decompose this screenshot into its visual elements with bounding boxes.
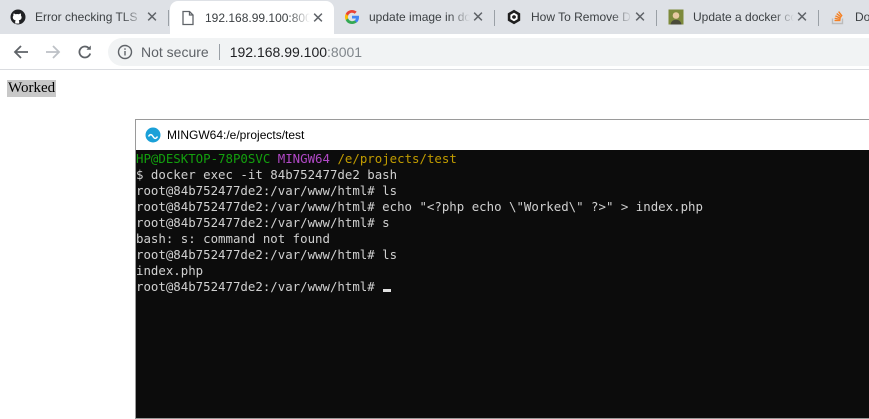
url-host: 192.168.99.100 <box>229 44 328 60</box>
tab-active-page[interactable]: 192.168.99.100:8001 ✕ <box>170 1 334 34</box>
prompt-system: MINGW64 <box>277 151 330 166</box>
terminal-line: index.php <box>136 263 204 278</box>
tab-separator <box>818 10 819 26</box>
forward-arrow-icon <box>46 45 61 59</box>
terminal-current-line: root@84b752477de2:/var/www/html# <box>136 279 869 295</box>
document-icon <box>180 10 196 26</box>
address-divider <box>218 44 220 60</box>
tab-title: Error checking TLS <box>35 10 138 24</box>
page-text: Worked <box>7 80 57 97</box>
back-arrow-icon <box>13 45 28 59</box>
close-icon[interactable]: ✕ <box>470 8 486 26</box>
back-button[interactable] <box>9 40 33 64</box>
close-icon[interactable]: ✕ <box>632 8 648 26</box>
terminal-prompt-line: HP@DESKTOP-78P0SVC MINGW64 /e/projects/t… <box>136 151 869 167</box>
tab-update-image[interactable]: update image in docker ✕ <box>334 0 494 34</box>
tab-update-container[interactable]: Update a docker container ✕ <box>658 0 818 34</box>
hexagon-icon <box>506 9 522 25</box>
tab-separator <box>656 10 657 26</box>
terminal-line: bash: s: command not found <box>136 231 330 246</box>
address-bar[interactable]: Not secure 192.168.99.100:8001 <box>108 38 869 66</box>
tab-title: 192.168.99.100:8001 <box>205 10 310 25</box>
close-icon[interactable]: ✕ <box>794 8 810 26</box>
mingw-icon <box>145 127 161 143</box>
prompt-user-host: HP@DESKTOP-78P0SVC <box>136 151 271 166</box>
github-icon <box>10 9 26 25</box>
terminal-line: root@84b752477de2:/var/www/html# s <box>136 215 390 230</box>
prompt-path: /e/projects/test <box>337 151 457 166</box>
forward-button[interactable] <box>41 40 65 64</box>
info-icon[interactable] <box>117 44 133 60</box>
close-icon[interactable]: ✕ <box>144 8 160 26</box>
tab-how-to-remove[interactable]: How To Remove Docker ✕ <box>496 0 656 34</box>
reload-icon <box>78 45 92 59</box>
terminal-line: root@84b752477de2:/var/www/html# ls <box>136 247 398 262</box>
avatar-icon <box>668 9 684 25</box>
tab-error-checking-tls[interactable]: Error checking TLS ✕ <box>0 0 168 34</box>
stackoverflow-icon <box>830 9 846 25</box>
google-icon <box>344 9 360 25</box>
terminal-line: root@84b752477de2:/var/www/html# ls <box>136 183 398 198</box>
browser-toolbar: Not secure 192.168.99.100:8001 <box>0 34 869 70</box>
reload-button[interactable] <box>73 40 97 64</box>
tab-title: Do <box>855 10 869 24</box>
tab-title: How To Remove Docker <box>531 10 632 24</box>
tab-separator <box>494 10 495 26</box>
terminal-title: MINGW64:/e/projects/test <box>167 128 305 142</box>
terminal-titlebar[interactable]: MINGW64:/e/projects/test <box>136 120 869 150</box>
close-icon[interactable]: ✕ <box>310 9 326 27</box>
terminal-line: root@84b752477de2:/var/www/html# echo "<… <box>136 199 703 214</box>
tab-title: update image in docker <box>369 10 470 24</box>
terminal-output[interactable]: HP@DESKTOP-78P0SVC MINGW64 /e/projects/t… <box>136 150 869 418</box>
tab-stackoverflow[interactable]: Do <box>820 0 869 34</box>
tab-strip: Error checking TLS ✕ 192.168.99.100:8001… <box>0 0 869 34</box>
terminal-cursor <box>383 289 392 292</box>
tab-title: Update a docker container <box>693 10 794 24</box>
terminal-window: MINGW64:/e/projects/test HP@DESKTOP-78P0… <box>135 119 869 419</box>
terminal-line: $ docker exec -it 84b752477de2 bash <box>136 167 398 182</box>
terminal-line: root@84b752477de2:/var/www/html# <box>136 279 383 294</box>
security-label[interactable]: Not secure <box>141 44 209 60</box>
url-port: :8001 <box>327 44 363 60</box>
tab-separator <box>168 10 169 26</box>
